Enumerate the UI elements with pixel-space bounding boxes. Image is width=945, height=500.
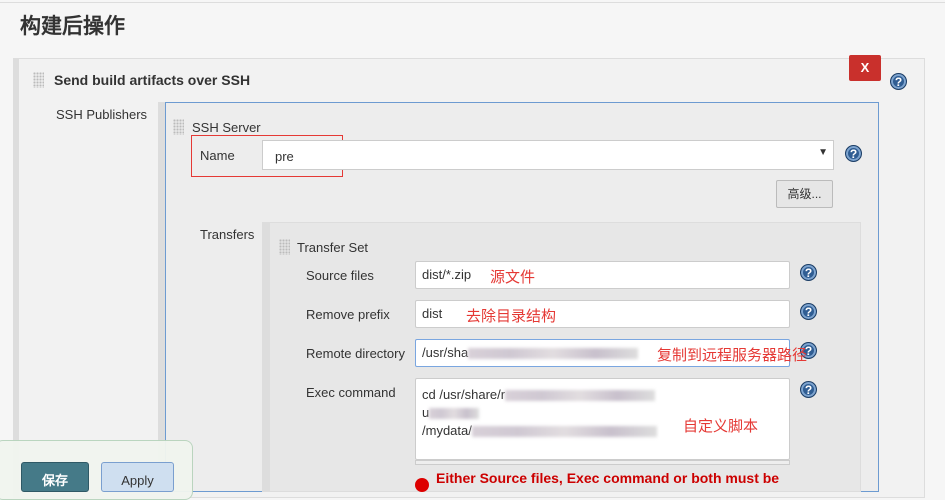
remote-directory-value: /usr/sha: [422, 345, 469, 360]
help-icon[interactable]: ?: [800, 303, 817, 320]
transfers-label: Transfers: [200, 227, 255, 242]
name-label: Name: [200, 148, 235, 163]
server-name-value: pre: [275, 149, 294, 164]
exec-line: cd /usr/share/r: [422, 387, 506, 402]
drag-handle-icon[interactable]: [279, 239, 290, 255]
help-icon[interactable]: ?: [890, 73, 907, 90]
remote-directory-label: Remote directory: [306, 346, 405, 361]
textarea-resize-handle[interactable]: [415, 460, 790, 465]
delete-button[interactable]: X: [849, 55, 881, 81]
publisher-title: Send build artifacts over SSH: [54, 72, 251, 88]
exec-command-label: Exec command: [306, 385, 396, 400]
annotation-exec: 自定义脚本: [683, 418, 759, 435]
apply-button[interactable]: Apply: [101, 462, 174, 492]
annotation-remove: 去除目录结构: [466, 308, 557, 325]
source-files-label: Source files: [306, 268, 374, 283]
source-files-input[interactable]: dist/*.zip: [415, 261, 790, 289]
annotation-source: 源文件: [490, 269, 536, 286]
server-name-select[interactable]: pre ▼: [262, 140, 834, 170]
remove-prefix-value: dist: [422, 306, 443, 321]
exec-line: /mydata/: [422, 423, 472, 438]
exec-line: u: [422, 405, 430, 420]
help-icon[interactable]: ?: [845, 145, 862, 162]
transfers-bar: [262, 222, 269, 492]
remove-prefix-label: Remove prefix: [306, 307, 390, 322]
drag-handle-icon[interactable]: [33, 72, 44, 88]
error-icon: [415, 478, 429, 492]
dropdown-arrow-icon: ▼: [818, 147, 828, 158]
redacted-text: [505, 390, 656, 402]
ssh-server-label: SSH Server: [192, 120, 261, 135]
help-icon[interactable]: ?: [800, 381, 817, 398]
redacted-text: [468, 348, 639, 360]
save-button[interactable]: 保存: [21, 462, 89, 492]
redacted-text: [429, 408, 480, 420]
publishers-bar: [158, 102, 165, 492]
transfer-set-label: Transfer Set: [297, 240, 369, 255]
top-divider: [0, 2, 945, 3]
advanced-button[interactable]: 高级...: [776, 180, 833, 208]
drag-handle-icon[interactable]: [173, 119, 184, 135]
help-icon[interactable]: ?: [800, 264, 817, 281]
page-title: 构建后操作: [20, 13, 125, 38]
redacted-text: [471, 426, 657, 438]
source-files-value: dist/*.zip: [422, 267, 472, 282]
ssh-publishers-label: SSH Publishers: [56, 107, 148, 122]
annotation-remote: 复制到远程服务器路径: [657, 347, 808, 364]
